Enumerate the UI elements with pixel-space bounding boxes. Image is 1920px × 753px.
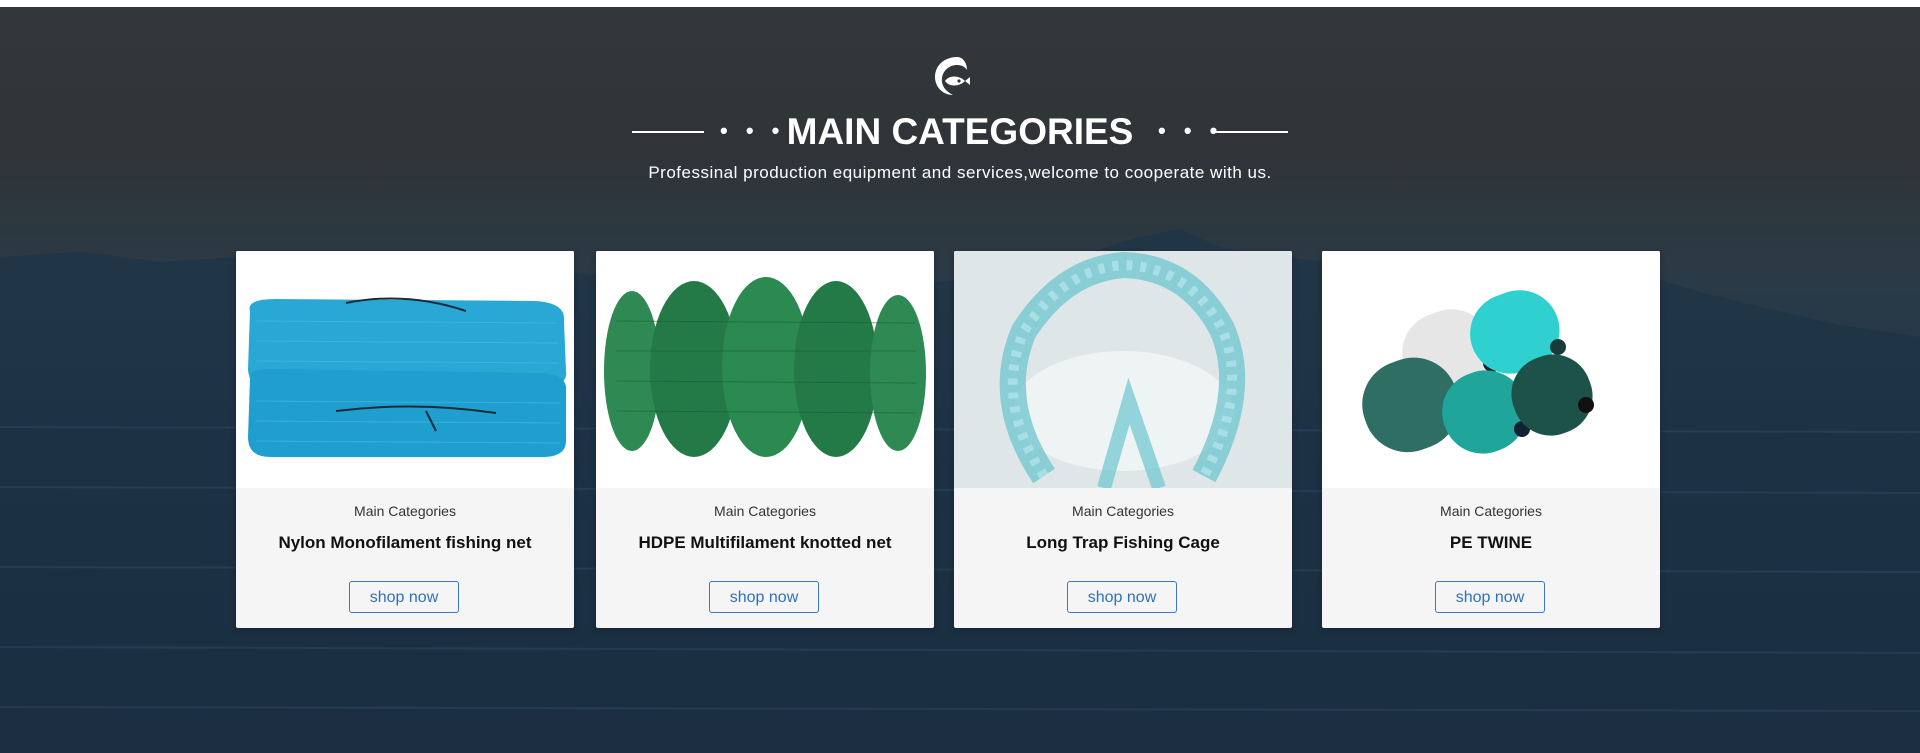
card-title[interactable]: Nylon Monofilament fishing net (236, 533, 574, 553)
category-card[interactable]: Main Categories HDPE Multifilament knott… (596, 251, 934, 628)
card-category-label: Main Categories (1440, 503, 1542, 519)
product-image[interactable] (596, 251, 934, 488)
category-card[interactable]: Main Categories PE TWINE shop now (1322, 251, 1660, 628)
shop-now-button[interactable]: shop now (349, 581, 459, 613)
category-card[interactable]: Main Categories Nylon Monofilament fishi… (236, 251, 574, 628)
section-heading-row: • • • MAIN CATEGORIES • • • (0, 109, 1920, 155)
fish-icon (935, 57, 970, 95)
card-category-label: Main Categories (1072, 503, 1174, 519)
main-categories-section: • • • MAIN CATEGORIES • • • Professinal … (0, 7, 1920, 753)
card-category-label: Main Categories (354, 503, 456, 519)
section-subtitle: Professinal production equipment and ser… (648, 163, 1272, 182)
card-category-label: Main Categories (714, 503, 816, 519)
card-title[interactable]: Long Trap Fishing Cage (954, 533, 1292, 553)
section-title: MAIN CATEGORIES (786, 111, 1134, 152)
heading-right-dots: • • • (1158, 118, 1224, 143)
product-image[interactable] (1322, 251, 1660, 488)
card-title[interactable]: PE TWINE (1322, 533, 1660, 553)
product-image[interactable] (954, 251, 1292, 488)
product-image[interactable] (236, 251, 574, 488)
card-title[interactable]: HDPE Multifilament knotted net (596, 533, 934, 553)
category-card[interactable]: Main Categories Long Trap Fishing Cage s… (954, 251, 1292, 628)
heading-right-line (1216, 131, 1288, 133)
shop-now-button[interactable]: shop now (709, 581, 819, 613)
shop-now-button[interactable]: shop now (1435, 581, 1545, 613)
shop-now-button[interactable]: shop now (1067, 581, 1177, 613)
